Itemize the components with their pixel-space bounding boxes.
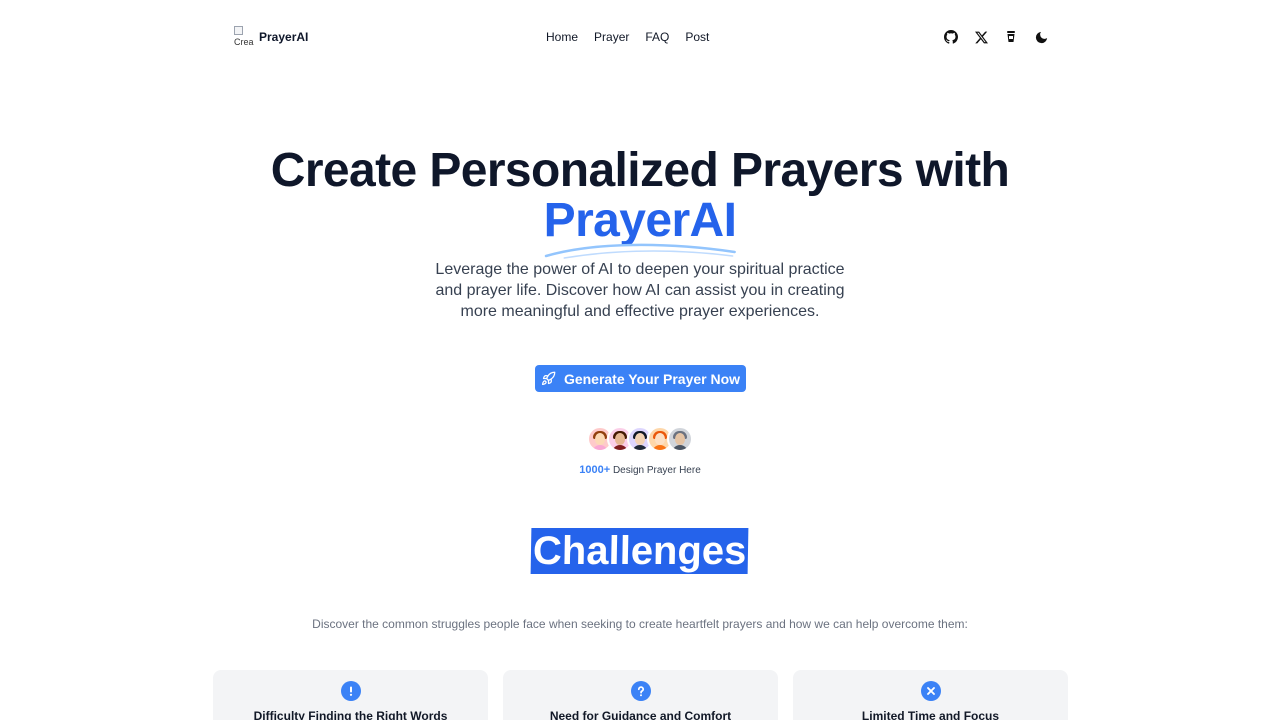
nav-link-faq[interactable]: FAQ bbox=[645, 30, 669, 44]
top-nav: Crea PrayerAI Home Prayer FAQ Post bbox=[0, 0, 1280, 74]
nav-links: Home Prayer FAQ Post bbox=[546, 30, 709, 44]
social-text: Design Prayer Here bbox=[612, 465, 701, 476]
challenge-card-title: Need for Guidance and Comfort bbox=[549, 709, 732, 720]
hero-accent: PrayerAI bbox=[544, 194, 737, 259]
nav-link-post[interactable]: Post bbox=[685, 30, 709, 44]
logo-image: Crea bbox=[234, 26, 256, 48]
logo-alt-text: Crea bbox=[234, 37, 254, 47]
x-icon[interactable] bbox=[973, 29, 989, 45]
cta-label: Generate Your Prayer Now bbox=[563, 370, 741, 387]
challenge-card-title: Difficulty Finding the Right Words bbox=[253, 709, 448, 720]
brand-name: PrayerAI bbox=[259, 30, 309, 44]
nav-link-prayer[interactable]: Prayer bbox=[594, 30, 629, 44]
challenge-card: Difficulty Finding the Right Words bbox=[213, 670, 488, 720]
broken-image-icon bbox=[234, 26, 243, 35]
challenges-heading-wrap: Challenges bbox=[0, 528, 1280, 574]
exclamation-icon bbox=[340, 681, 361, 701]
challenge-cards: Difficulty Finding the Right Words Need … bbox=[213, 670, 1068, 720]
coffee-icon[interactable] bbox=[1003, 29, 1019, 45]
rocket-icon bbox=[541, 371, 556, 386]
hero-title: Create Personalized Prayers with bbox=[270, 144, 1010, 197]
challenge-card: Limited Time and Focus bbox=[793, 670, 1068, 720]
avatar bbox=[667, 426, 693, 452]
x-circle-icon bbox=[920, 681, 941, 701]
github-icon[interactable] bbox=[943, 29, 959, 45]
question-icon bbox=[630, 681, 651, 701]
brand-logo-link[interactable]: Crea PrayerAI bbox=[234, 26, 308, 48]
challenges-subtitle: Discover the common struggles people fac… bbox=[312, 617, 968, 631]
underline-swoosh bbox=[544, 243, 736, 259]
generate-prayer-button[interactable]: Generate Your Prayer Now bbox=[535, 365, 746, 392]
challenge-card-title: Limited Time and Focus bbox=[861, 709, 1000, 720]
nav-icons bbox=[943, 29, 1049, 45]
moon-icon[interactable] bbox=[1033, 29, 1049, 45]
hero-accent-wrap: PrayerAI bbox=[0, 194, 1280, 259]
social-proof: 1000+ Design Prayer Here bbox=[0, 464, 1280, 476]
avatar-group bbox=[587, 426, 693, 452]
hero-subtitle: Leverage the power of AI to deepen your … bbox=[435, 261, 845, 320]
challenge-card: Need for Guidance and Comfort bbox=[503, 670, 778, 720]
challenges-title: Challenges bbox=[530, 528, 750, 574]
social-count: 1000+ bbox=[579, 464, 611, 476]
nav-link-home[interactable]: Home bbox=[546, 30, 578, 44]
